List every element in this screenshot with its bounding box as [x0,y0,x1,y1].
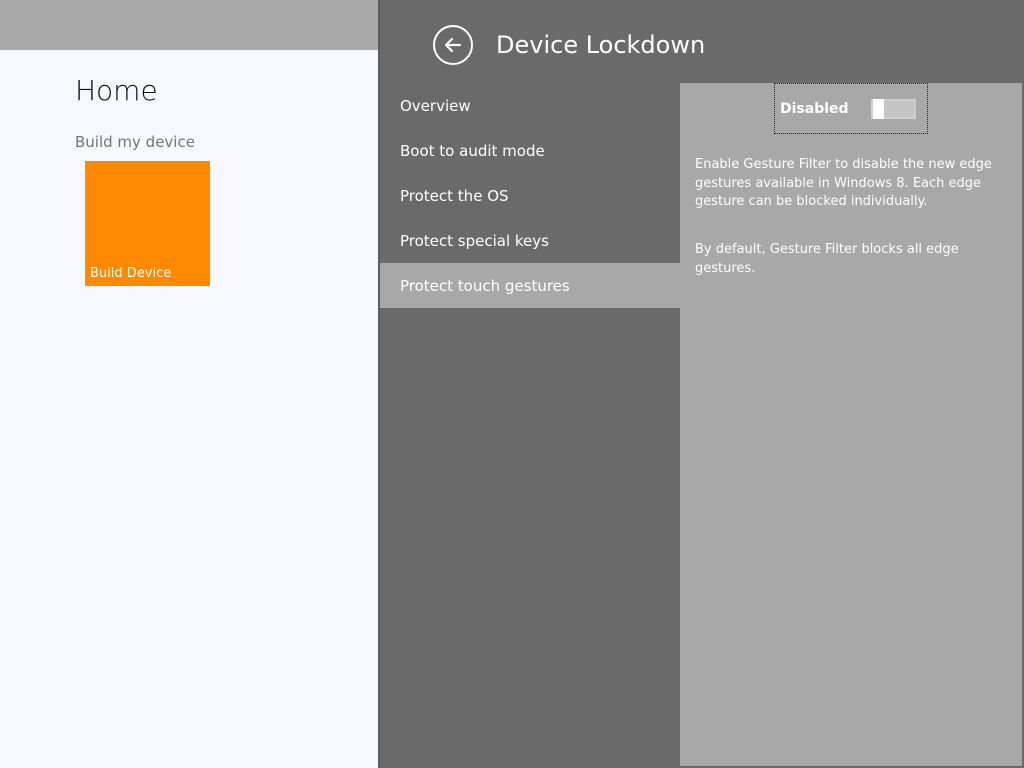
group-label: Build my device [75,133,195,151]
page-title: Home [75,74,158,107]
nav-item-protect-touch-gestures[interactable]: Protect touch gestures [380,263,680,308]
back-button[interactable] [433,25,473,65]
settings-nav: Overview Boot to audit mode Protect the … [380,83,680,308]
home-top-bar [0,0,378,50]
toggle-state-label: Disabled [780,101,849,117]
gesture-filter-toggle-row[interactable]: Disabled [774,83,928,134]
gesture-filter-toggle[interactable] [871,99,916,119]
home-page: Home Build my device Build Device [0,0,378,768]
nav-item-protect-special-keys[interactable]: Protect special keys [380,218,680,263]
nav-item-protect-the-os[interactable]: Protect the OS [380,173,680,218]
build-device-tile[interactable]: Build Device [85,161,210,286]
back-arrow-icon [444,37,462,53]
app-window: Home Build my device Build Device Device… [0,0,1024,768]
tile-label: Build Device [90,266,172,281]
gesture-filter-description: Enable Gesture Filter to disable the new… [695,157,992,209]
toggle-knob[interactable] [873,99,884,119]
gesture-filter-default-note: By default, Gesture Filter blocks all ed… [695,242,959,276]
nav-item-boot-to-audit-mode[interactable]: Boot to audit mode [380,128,680,173]
nav-item-overview[interactable]: Overview [380,83,680,128]
settings-content-panel: Disabled Enable Gesture Filter to disabl… [680,83,1022,766]
flyout-title: Device Lockdown [496,31,706,59]
